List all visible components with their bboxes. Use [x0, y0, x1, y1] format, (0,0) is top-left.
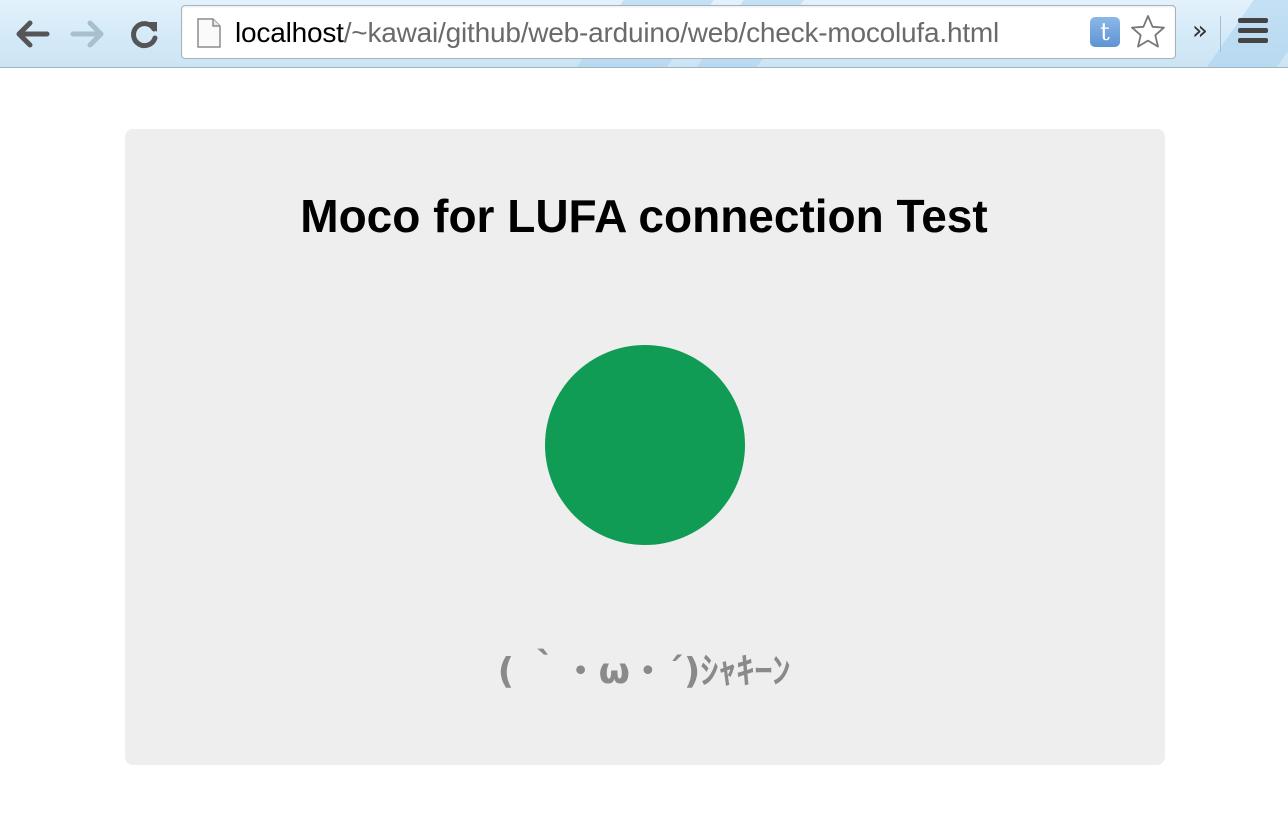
- extensions-overflow-button[interactable]: »: [1192, 16, 1208, 46]
- forward-arrow-icon[interactable]: [68, 14, 108, 54]
- extension-t-icon[interactable]: t: [1090, 17, 1120, 47]
- url-host: localhost: [235, 17, 344, 48]
- star-icon[interactable]: [1130, 14, 1166, 50]
- connection-indicator: [545, 345, 745, 545]
- page-icon: [197, 18, 221, 48]
- url-text: localhost/~kawai/github/web-arduino/web/…: [235, 6, 999, 60]
- status-text: ( ｀・ω・´)ｼｬｷｰﾝ: [497, 651, 791, 692]
- page-title: Moco for LUFA connection Test: [300, 190, 988, 242]
- reload-icon[interactable]: [124, 14, 164, 54]
- toolbar-divider: [1220, 16, 1221, 52]
- browser-toolbar: localhost/~kawai/github/web-arduino/web/…: [0, 0, 1288, 68]
- menu-icon[interactable]: [1238, 18, 1270, 48]
- back-arrow-icon[interactable]: [12, 14, 52, 54]
- address-bar[interactable]: localhost/~kawai/github/web-arduino/web/…: [181, 5, 1176, 59]
- url-path: /~kawai/github/web-arduino/web/check-moc…: [343, 17, 1000, 48]
